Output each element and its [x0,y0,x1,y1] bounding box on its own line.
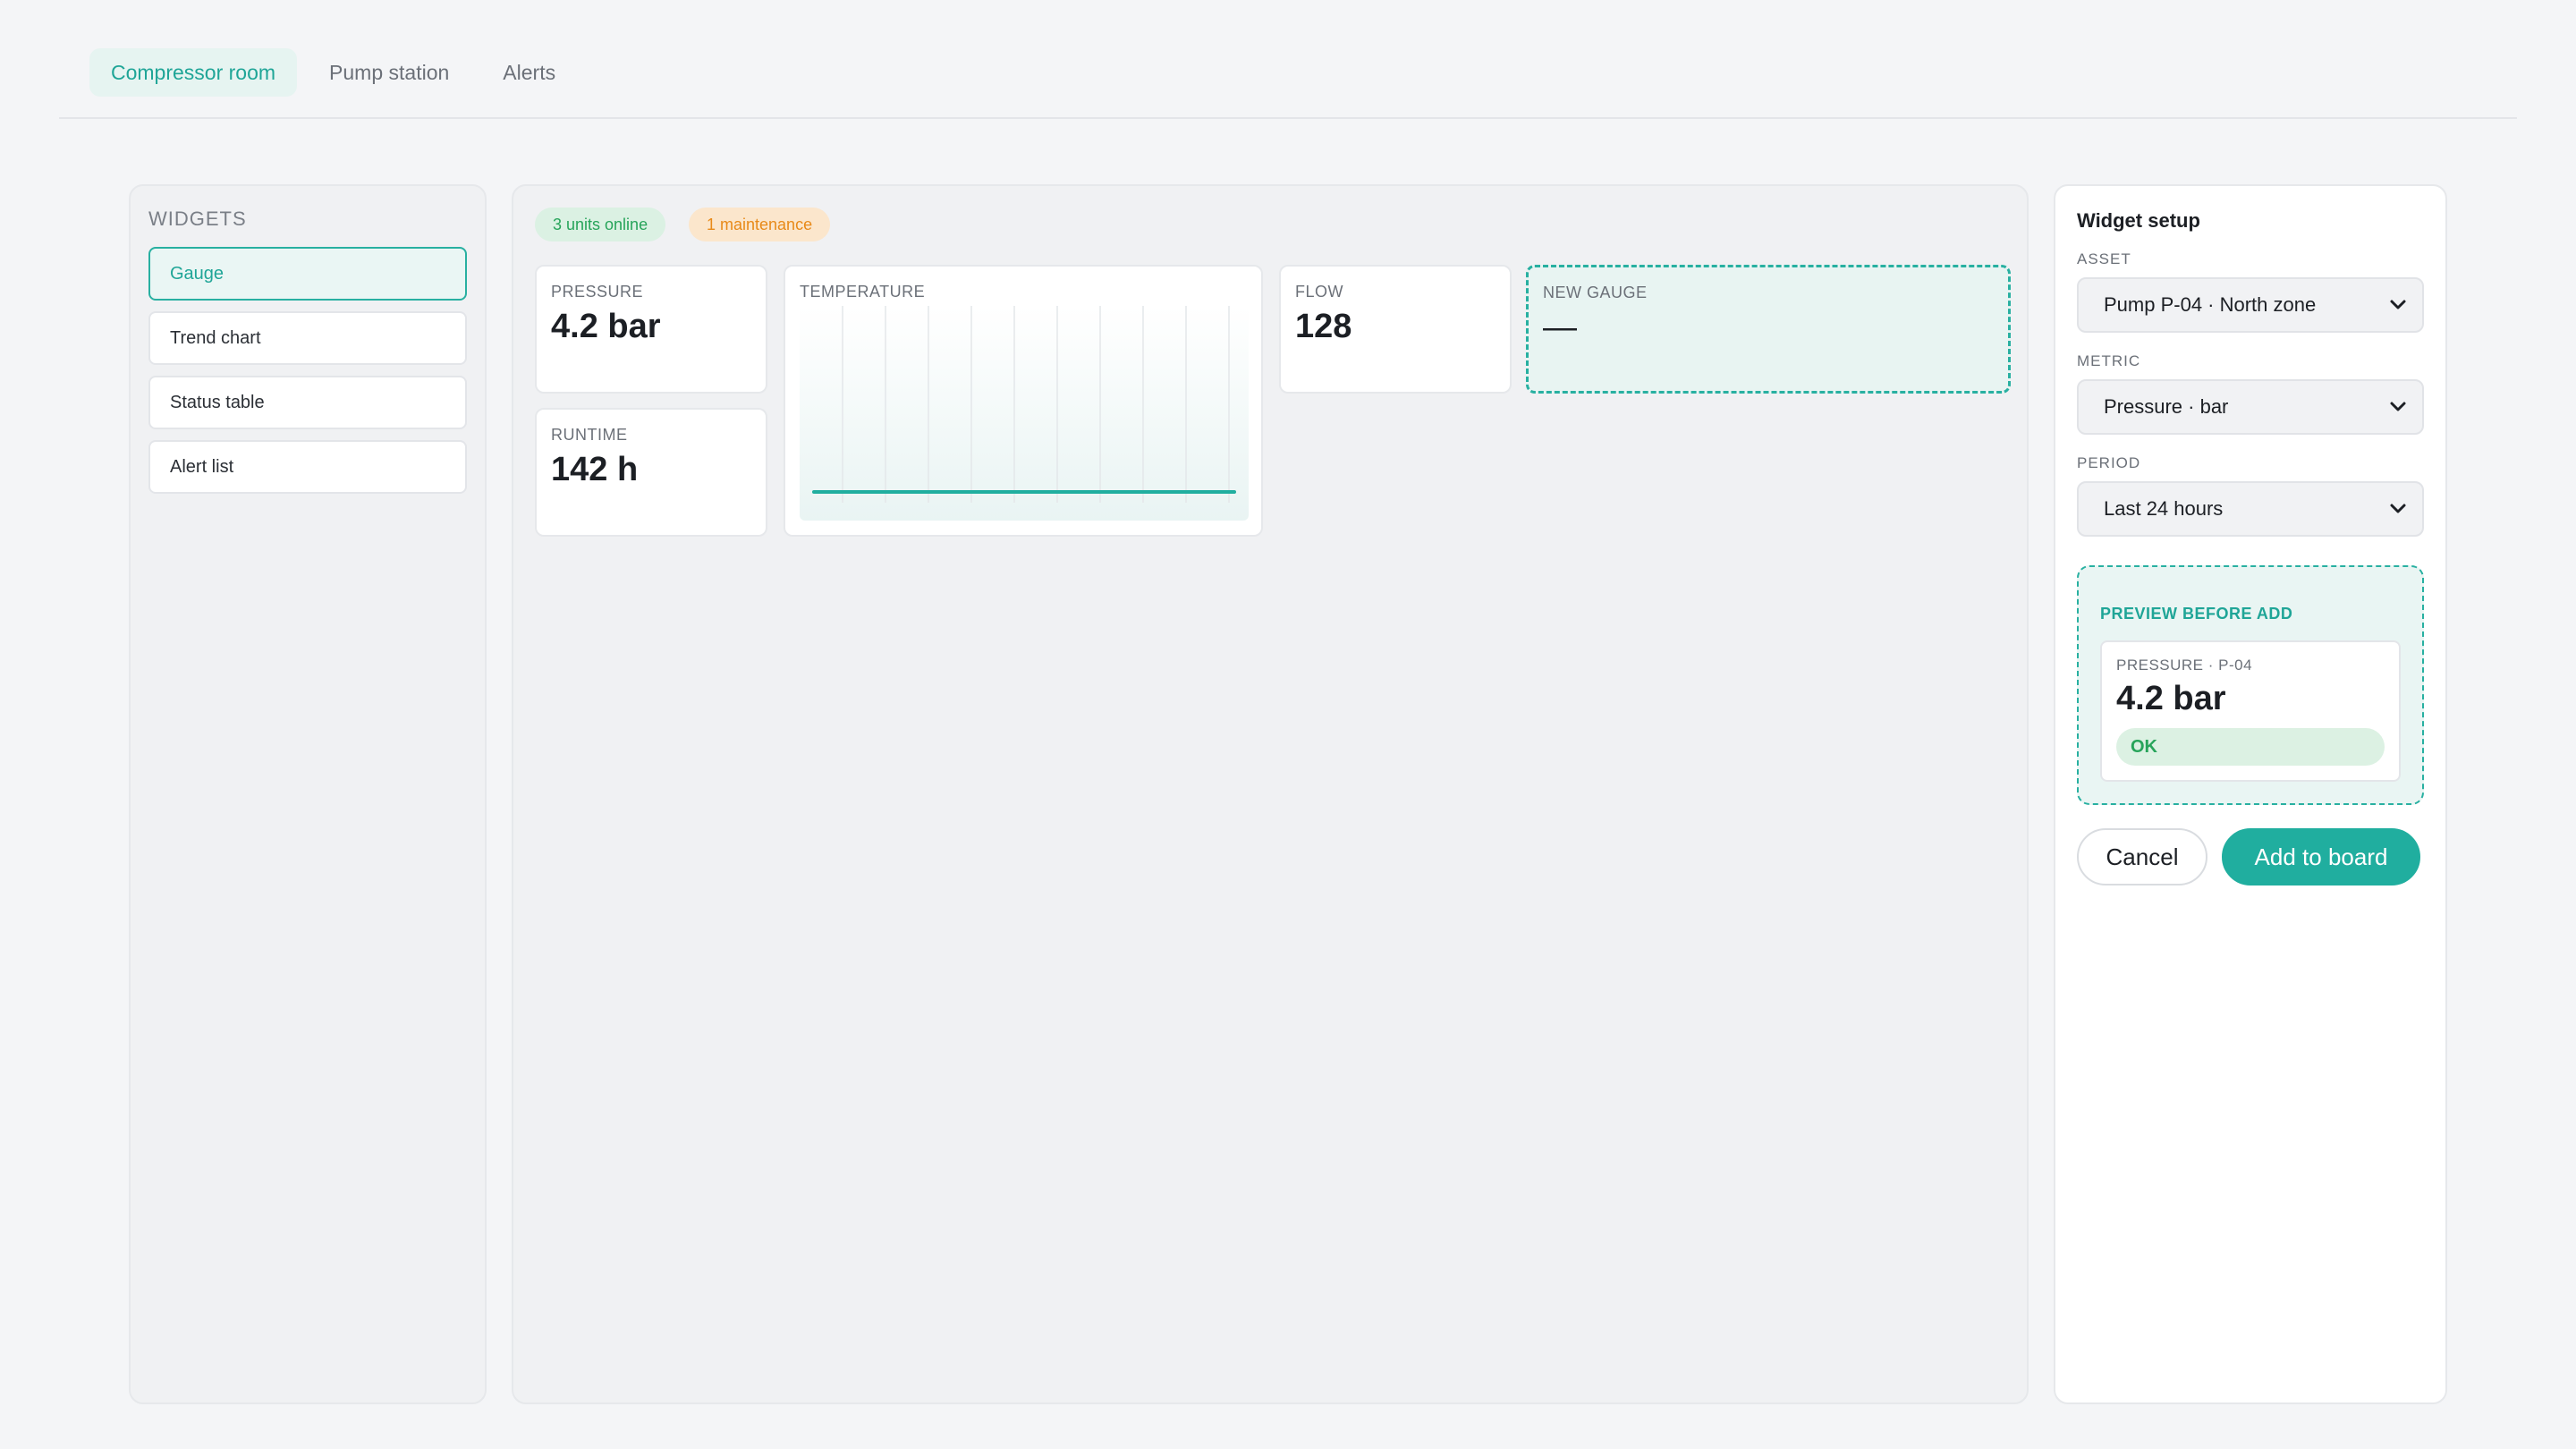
asset-select[interactable]: Pump P-04 · North zone [2077,277,2424,333]
status-badge: OK [2116,728,2385,766]
widget-setup-panel: Widget setup ASSET Pump P-04 · North zon… [2054,184,2447,1404]
pressure-card[interactable]: PRESSURE 4.2 bar [535,265,767,394]
period-select-value: Last 24 hours [2104,497,2224,520]
pressure-value: 4.2 bar [551,308,661,345]
tabs: Compressor room Pump station Alerts [89,48,577,97]
tab-pump-station[interactable]: Pump station [308,48,470,97]
preview-title: PREVIEW BEFORE ADD [2100,605,2293,623]
setup-title: Widget setup [2077,209,2200,232]
temperature-card[interactable]: TEMPERATURE [784,265,1263,537]
flow-card[interactable]: FLOW 128 [1279,265,1512,394]
new-gauge-label: NEW GAUGE [1543,284,1648,301]
dashboard-board: 3 units online 1 maintenance PRESSURE 4.… [512,184,2029,1404]
asset-label: ASSET [2077,250,2131,267]
new-gauge-value: — [1543,309,1577,346]
widgets-title: WIDGETS [148,208,247,230]
temperature-chart [800,306,1249,521]
runtime-label: RUNTIME [551,426,628,444]
new-gauge-drop-slot[interactable]: NEW GAUGE — [1526,265,2011,394]
tab-alerts[interactable]: Alerts [481,48,577,97]
preview-box: PREVIEW BEFORE ADD PRESSURE · P-04 4.2 b… [2077,565,2424,805]
widget-trend-chart[interactable]: Trend chart [148,311,467,365]
cancel-button[interactable]: Cancel [2077,828,2207,886]
temperature-label: TEMPERATURE [800,283,926,301]
temperature-sparkline [812,306,1236,503]
period-label: PERIOD [2077,454,2141,471]
tab-compressor-room[interactable]: Compressor room [89,48,298,97]
widgets-panel: WIDGETS Gauge Trend chart Status table A… [129,184,487,1404]
chevron-down-icon [2388,279,2408,351]
preview-card: PRESSURE · P-04 4.2 bar OK [2100,640,2401,782]
asset-select-value: Pump P-04 · North zone [2104,293,2317,316]
maintenance-badge: 1 maintenance [689,208,831,242]
runtime-value: 142 h [551,451,639,488]
metric-select-value: Pressure · bar [2104,395,2229,418]
chevron-down-icon [2388,381,2408,453]
add-to-board-button[interactable]: Add to board [2222,828,2420,886]
widget-alert-list[interactable]: Alert list [148,440,467,494]
preview-metric-value: 4.2 bar [2116,680,2226,717]
metric-select[interactable]: Pressure · bar [2077,379,2424,435]
metric-label: METRIC [2077,352,2141,369]
widget-status-table[interactable]: Status table [148,376,467,429]
runtime-card[interactable]: RUNTIME 142 h [535,408,767,537]
flow-label: FLOW [1295,283,1343,301]
flow-value: 128 [1295,308,1352,345]
preview-metric-label: PRESSURE · P-04 [2116,657,2253,674]
units-online-badge: 3 units online [535,208,666,242]
pressure-label: PRESSURE [551,283,644,301]
period-select[interactable]: Last 24 hours [2077,481,2424,537]
widget-gauge[interactable]: Gauge [148,247,467,301]
top-tab-bar: Compressor room Pump station Alerts [59,0,2517,119]
chevron-down-icon [2388,483,2408,555]
